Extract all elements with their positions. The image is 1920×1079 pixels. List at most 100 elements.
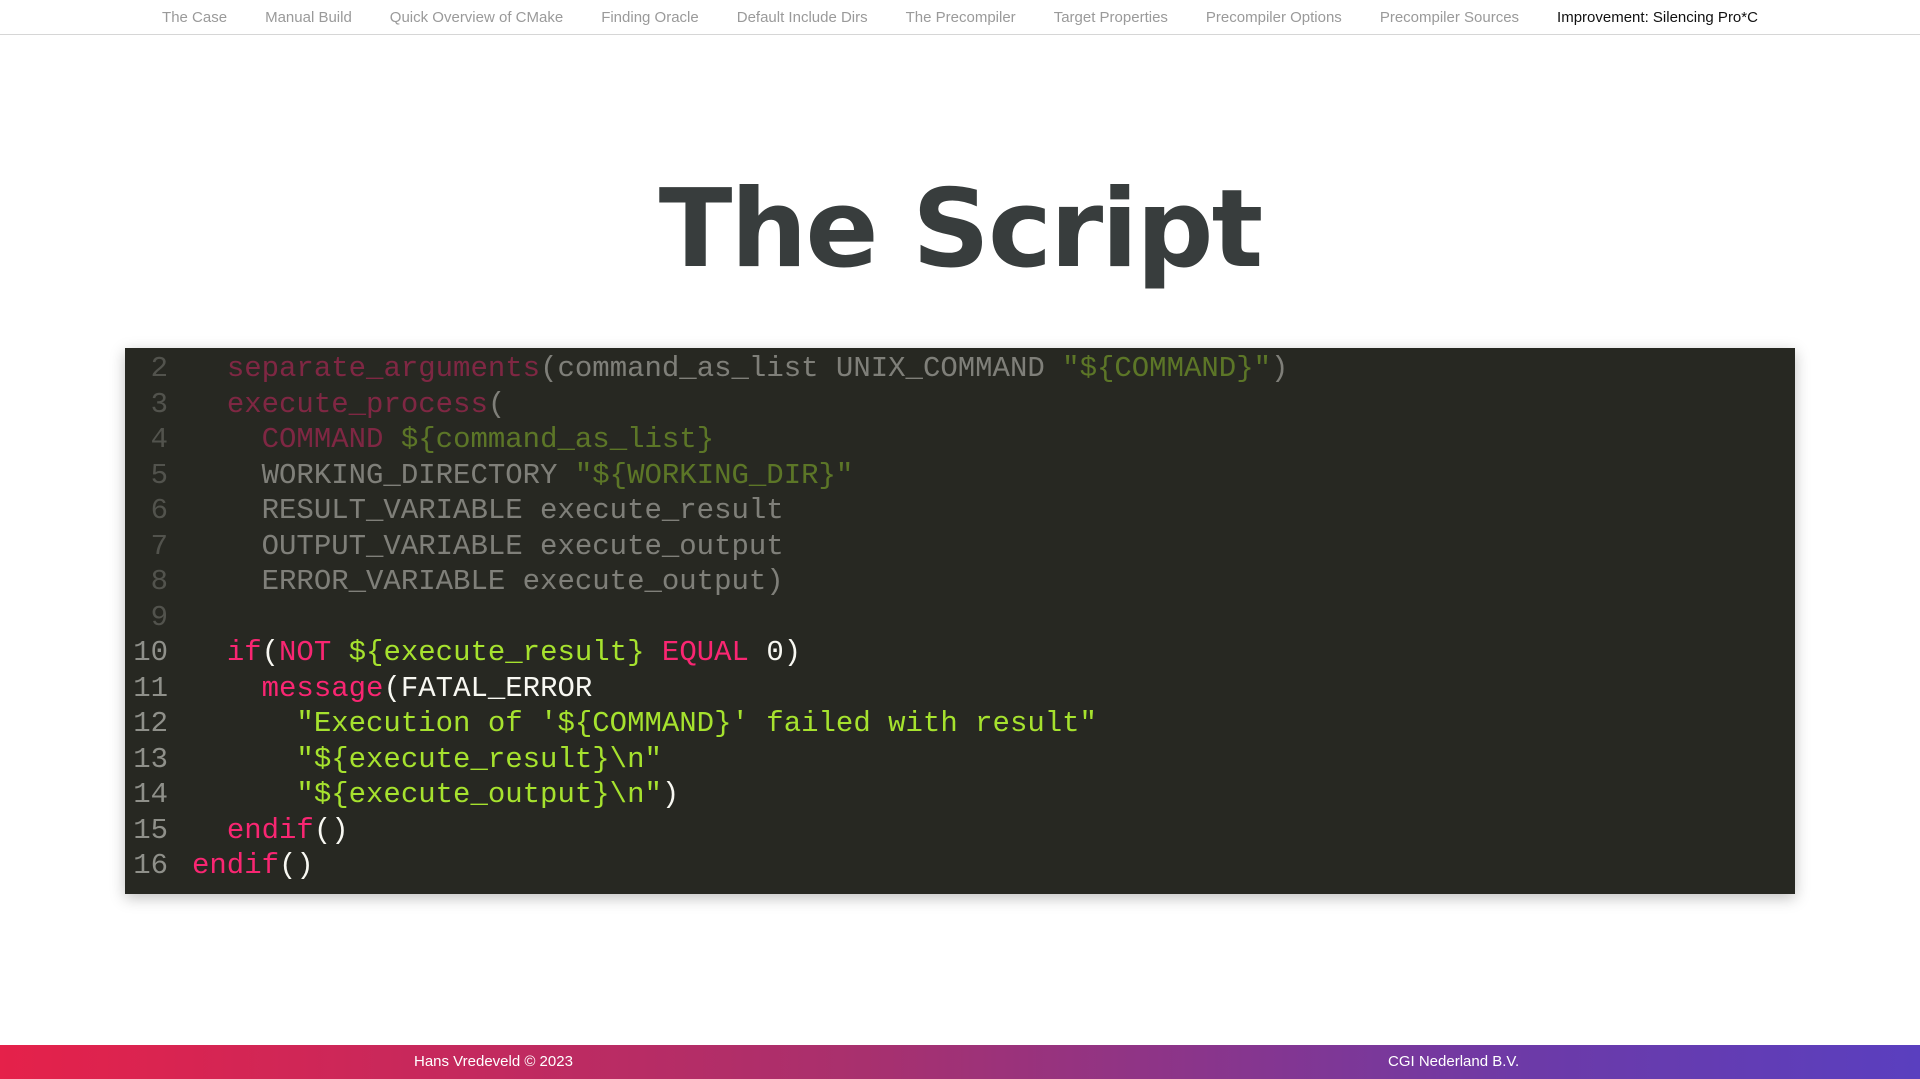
code-line: 10 if(NOT ${execute_result} EQUAL 0) xyxy=(125,635,1795,671)
code-line: 16 endif() xyxy=(125,848,1795,884)
code-token: RESULT_VARIABLE execute_result xyxy=(192,494,784,527)
code-text: "${execute_output}\n") xyxy=(168,777,679,813)
line-number: 8 xyxy=(150,565,168,598)
code-text: COMMAND ${command_as_list} xyxy=(168,422,715,458)
section-nav: The Case Manual Build Quick Overview of CM… xyxy=(0,0,1920,35)
line-number: 2 xyxy=(150,352,168,385)
code-string: "Execution of '${COMMAND}' failed with r… xyxy=(296,707,1097,740)
code-keyword: endif xyxy=(192,849,280,882)
code-keyword: message xyxy=(261,671,384,705)
code-token: ) xyxy=(661,778,680,811)
code-text: if(NOT ${execute_result} EQUAL 0) xyxy=(168,635,801,671)
line-number: 16 xyxy=(133,849,168,882)
footer-company: CGI Nederland B.V. xyxy=(1388,1053,1520,1070)
line-number: 11 xyxy=(133,671,168,705)
line-number: 15 xyxy=(133,813,168,847)
code-string: "${WORKING_DIR}" xyxy=(574,458,854,492)
code-text: separate_arguments(command_as_list UNIX_… xyxy=(168,351,1289,387)
line-number: 6 xyxy=(150,494,168,527)
line-number: 12 xyxy=(133,707,168,740)
nav-item-quick-overview-of-cmake[interactable]: Quick Overview of CMake xyxy=(371,9,582,26)
code-token: ( xyxy=(261,636,280,669)
code-string: "${execute_output}\n" xyxy=(296,778,662,811)
line-number: 3 xyxy=(150,387,168,421)
code-text: endif() xyxy=(168,813,349,849)
code-token: ERROR_VARIABLE execute_output) xyxy=(192,565,784,598)
line-number: 5 xyxy=(150,458,168,492)
code-token: ( xyxy=(487,387,506,421)
nav-item-precompiler-options[interactable]: Precompiler Options xyxy=(1187,9,1361,26)
code-text: endif() xyxy=(168,848,314,884)
nav-item-default-include-dirs[interactable]: Default Include Dirs xyxy=(718,9,887,26)
line-number: 14 xyxy=(133,778,168,811)
code-text: execute_process( xyxy=(168,387,505,423)
code-line: 8 ERROR_VARIABLE execute_output) xyxy=(125,564,1795,600)
nav-item-precompiler-sources[interactable]: Precompiler Sources xyxy=(1361,9,1538,26)
code-block: 2 separate_arguments(command_as_list UNI… xyxy=(125,348,1795,894)
code-line: 4 COMMAND ${command_as_list} xyxy=(125,422,1795,458)
code-token: 0) xyxy=(748,636,802,669)
code-text: OUTPUT_VARIABLE execute_output xyxy=(168,529,784,565)
code-text: ERROR_VARIABLE execute_output) xyxy=(168,564,784,600)
code-line: 6 RESULT_VARIABLE execute_result xyxy=(125,493,1795,529)
code-string: "${COMMAND}" xyxy=(1062,352,1272,385)
footer-author: Hans Vredeveld © 2023 xyxy=(414,1053,573,1070)
nav-item-the-precompiler[interactable]: The Precompiler xyxy=(887,9,1035,26)
code-text: RESULT_VARIABLE execute_result xyxy=(168,493,784,529)
code-text: "${execute_result}\n" xyxy=(168,742,662,778)
footer: Hans Vredeveld © 2023 CGI Nederland B.V. xyxy=(0,1045,1920,1079)
section-nav-list: The Case Manual Build Quick Overview of CM… xyxy=(0,0,1920,34)
code-token: WORKING_DIRECTORY xyxy=(192,458,575,492)
code-token: () xyxy=(313,813,349,847)
nav-item-target-properties[interactable]: Target Properties xyxy=(1035,9,1187,26)
code-line: 12 "Execution of '${COMMAND}' failed wit… xyxy=(125,706,1795,742)
code-line: 13 "${execute_result}\n" xyxy=(125,742,1795,778)
code-line: 14 "${execute_output}\n") xyxy=(125,777,1795,813)
code-token: OUTPUT_VARIABLE execute_output xyxy=(192,529,784,563)
nav-item-finding-oracle[interactable]: Finding Oracle xyxy=(582,9,718,26)
code-line: 3 execute_process( xyxy=(125,387,1795,423)
line-number: 7 xyxy=(150,529,168,563)
code-keyword: COMMAND xyxy=(261,423,384,456)
code-token: (FATAL_ERROR xyxy=(383,671,593,705)
code-text: message(FATAL_ERROR xyxy=(168,671,593,707)
code-token: (command_as_list UNIX_COMMAND xyxy=(540,352,1063,385)
code-line: 2 separate_arguments(command_as_list UNI… xyxy=(125,351,1795,387)
code-line: 9 xyxy=(125,600,1795,636)
code-text: "Execution of '${COMMAND}' failed with r… xyxy=(168,706,1097,742)
code-token: () xyxy=(279,849,314,882)
slide-title: The Script xyxy=(658,167,1263,292)
code-keyword: endif xyxy=(226,813,314,847)
code-keyword: separate_arguments xyxy=(226,352,541,385)
line-number: 9 xyxy=(150,600,168,634)
code-keyword: NOT xyxy=(279,636,332,669)
code-line: 11 message(FATAL_ERROR xyxy=(125,671,1795,707)
code-keyword: if xyxy=(226,636,262,669)
code-keyword: execute_process xyxy=(226,387,488,421)
code-line: 7 OUTPUT_VARIABLE execute_output xyxy=(125,529,1795,565)
line-number: 13 xyxy=(133,742,168,776)
code-text: WORKING_DIRECTORY "${WORKING_DIR}" xyxy=(168,458,854,494)
code-string: "${execute_result}\n" xyxy=(296,742,662,776)
nav-item-the-case[interactable]: The Case xyxy=(143,9,246,26)
nav-item-manual-build[interactable]: Manual Build xyxy=(246,9,371,26)
line-number: 10 xyxy=(133,636,168,669)
code-string: ${command_as_list} xyxy=(400,423,715,456)
line-number: 4 xyxy=(150,423,168,456)
code-line: 5 WORKING_DIRECTORY "${WORKING_DIR}" xyxy=(125,458,1795,494)
code-token: ) xyxy=(1271,352,1289,385)
code-line: 15 endif() xyxy=(125,813,1795,849)
nav-item-improvement-silencing-pro-c[interactable]: Improvement: Silencing Pro*C xyxy=(1538,9,1777,26)
